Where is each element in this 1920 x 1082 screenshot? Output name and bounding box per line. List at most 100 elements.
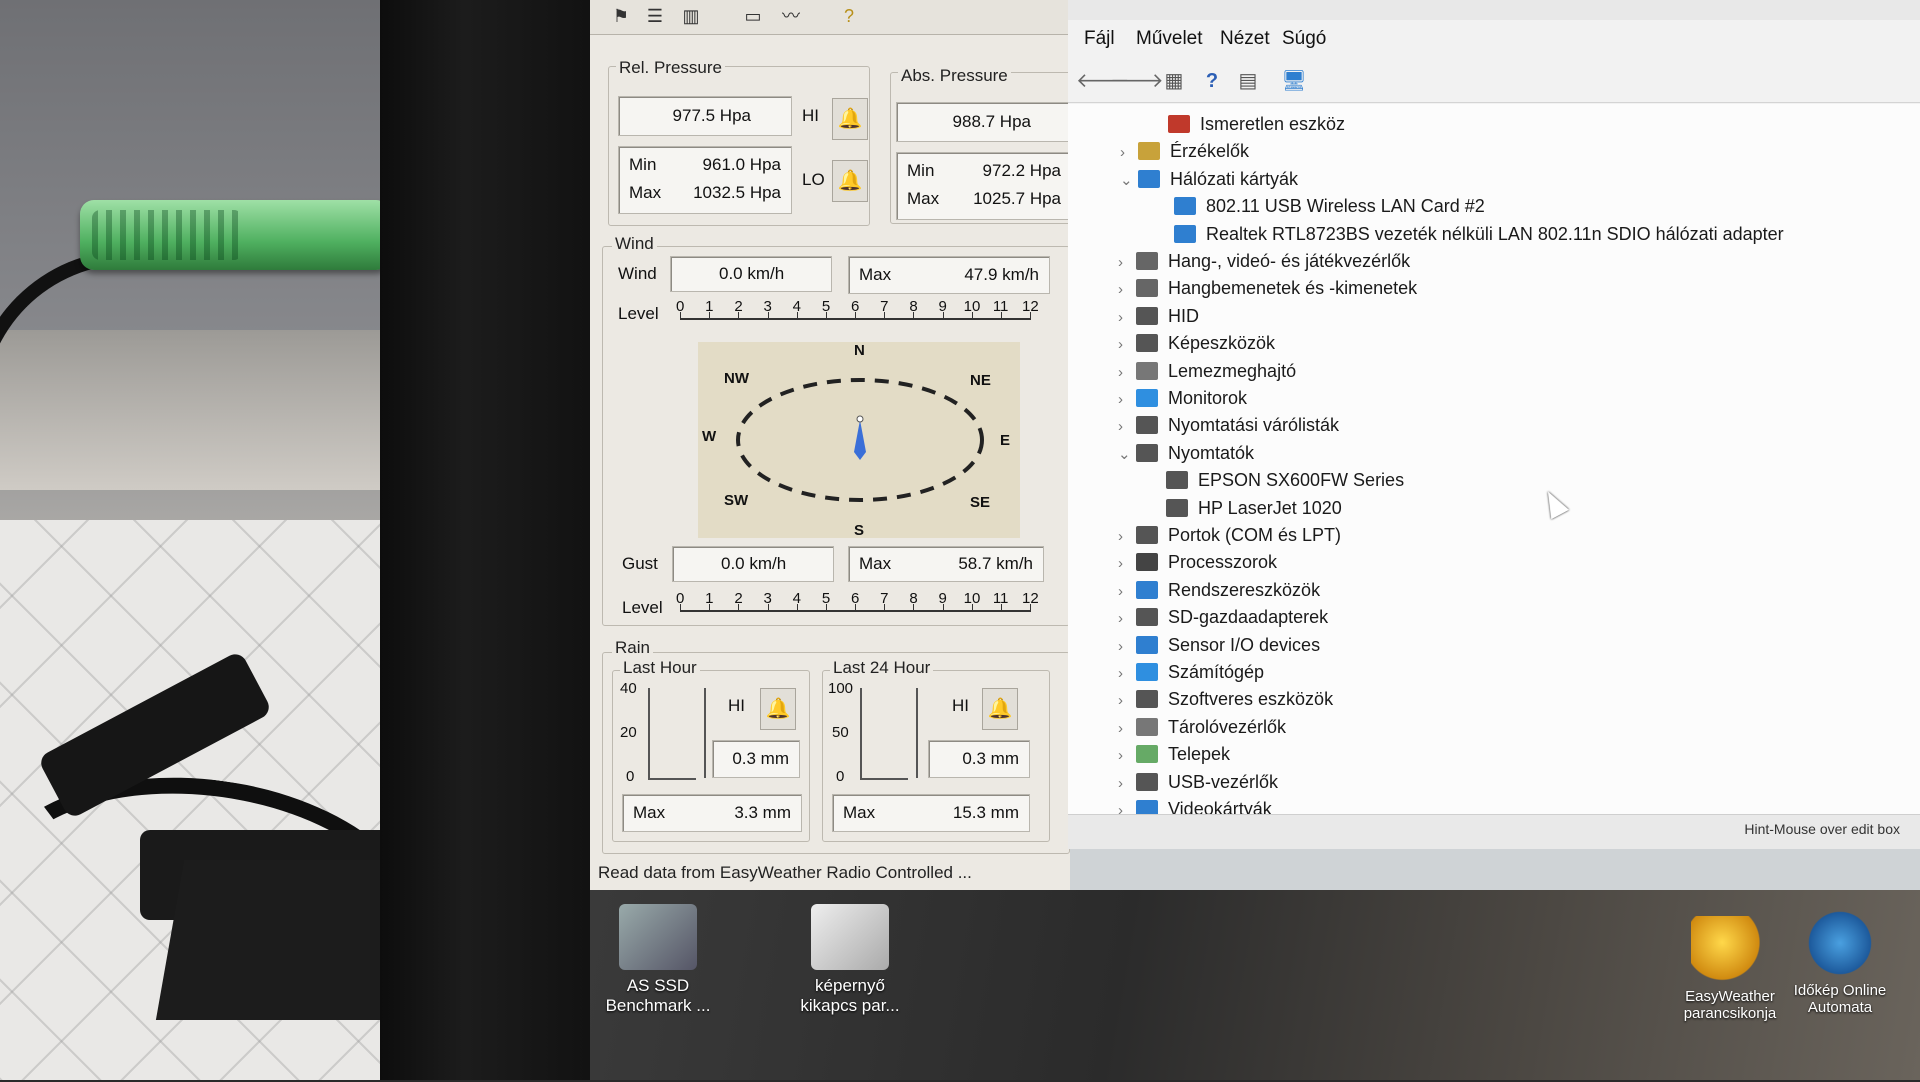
- tree-item[interactable]: Ismeretlen eszköz: [1150, 114, 1345, 140]
- screen-off-shortcut[interactable]: képernyő kikapcs par...: [790, 904, 910, 1016]
- chevron-right-icon[interactable]: ›: [1118, 665, 1136, 682]
- history-icon[interactable]: ▥: [678, 4, 704, 28]
- chevron-down-icon[interactable]: ⌄: [1118, 445, 1136, 463]
- chevron-right-icon[interactable]: ›: [1118, 364, 1136, 381]
- chevron-right-icon[interactable]: ›: [1118, 336, 1136, 353]
- chevron-right-icon[interactable]: ›: [1118, 775, 1136, 792]
- device-category-icon: [1174, 224, 1196, 243]
- chevron-right-icon[interactable]: ›: [1118, 528, 1136, 545]
- chevron-right-icon[interactable]: ›: [1118, 610, 1136, 627]
- tree-item[interactable]: › Hangbemenetek és -kimenetek: [1118, 278, 1417, 304]
- lo-alarm-bell-icon[interactable]: 🔔: [832, 160, 868, 202]
- abs-min-value: 972.2 Hpa: [982, 161, 1061, 180]
- last-24-field[interactable]: 0.3 mm: [928, 740, 1030, 778]
- last-hour-axis-line: [648, 688, 650, 778]
- tree-item[interactable]: › HID: [1118, 306, 1199, 332]
- tree-item[interactable]: › Tárolóvezérlők: [1118, 717, 1286, 743]
- help-icon[interactable]: ?: [836, 4, 862, 28]
- gust-level-label: Level: [622, 598, 663, 617]
- tree-item[interactable]: › Számítógép: [1118, 662, 1264, 688]
- gust-field[interactable]: 0.0 km/h: [672, 546, 834, 582]
- scan-hardware-icon[interactable]: 🖥: [1280, 68, 1308, 94]
- tree-item[interactable]: HP LaserJet 1020: [1148, 498, 1342, 524]
- chevron-right-icon[interactable]: ›: [1120, 144, 1138, 161]
- tree-item[interactable]: › Érzékelők: [1120, 141, 1249, 167]
- chevron-right-icon[interactable]: ›: [1118, 281, 1136, 298]
- easyweather-shortcut[interactable]: EasyWeather parancsikonja: [1670, 916, 1790, 1022]
- memory-icon[interactable]: ▭: [740, 4, 766, 28]
- chevron-down-icon[interactable]: ⌄: [1120, 171, 1138, 189]
- scale-tick: [738, 312, 740, 320]
- device-category-icon: [1136, 279, 1158, 298]
- tree-item[interactable]: › Videokártyák: [1118, 799, 1272, 814]
- tree-item[interactable]: › Képeszközök: [1118, 333, 1275, 359]
- hi-alarm-bell-icon[interactable]: 🔔: [832, 98, 868, 140]
- tree-item[interactable]: › Monitorok: [1118, 388, 1247, 414]
- chevron-right-icon[interactable]: ›: [1118, 418, 1136, 435]
- wind-max-field[interactable]: Max 47.9 km/h: [848, 256, 1050, 294]
- tree-item[interactable]: › Portok (COM és LPT): [1118, 525, 1341, 551]
- last-24-alarm-bell-icon[interactable]: 🔔: [982, 688, 1018, 730]
- back-arrow-icon[interactable]: 🡐: [1076, 68, 1130, 94]
- chevron-right-icon[interactable]: ›: [1118, 583, 1136, 600]
- chevron-right-icon[interactable]: ›: [1118, 747, 1136, 764]
- tree-item[interactable]: › Nyomtatási várólisták: [1118, 415, 1339, 441]
- device-category-icon: [1138, 169, 1160, 188]
- chevron-right-icon[interactable]: ›: [1118, 391, 1136, 408]
- menu-action[interactable]: Művelet: [1136, 28, 1203, 50]
- tree-item-label: Telepek: [1168, 744, 1231, 765]
- menu-view[interactable]: Nézet: [1220, 28, 1270, 50]
- gust-max-label: Max: [859, 554, 892, 573]
- tree-item[interactable]: › Processzorok: [1118, 552, 1277, 578]
- tree-item[interactable]: › Telepek: [1118, 744, 1230, 770]
- tree-item[interactable]: › Szoftveres eszközök: [1118, 689, 1333, 715]
- properties-icon[interactable]: ▦: [1160, 68, 1188, 94]
- tree-item-label: HID: [1168, 305, 1199, 326]
- chevron-right-icon[interactable]: ›: [1118, 555, 1136, 572]
- idokep-shortcut[interactable]: Időkép Online Automata: [1780, 910, 1900, 1016]
- last-hour-field[interactable]: 0.3 mm: [712, 740, 800, 778]
- chevron-right-icon[interactable]: ›: [1118, 802, 1136, 814]
- station-icon[interactable]: ⚑: [608, 4, 634, 28]
- device-category-icon: [1136, 526, 1158, 544]
- forward-arrow-icon[interactable]: 🡒: [1110, 68, 1164, 94]
- device-manager-titlebar[interactable]: [1068, 0, 1920, 20]
- graph-icon[interactable]: 〰: [778, 4, 804, 28]
- wind-max-value: 47.9 km/h: [964, 265, 1039, 284]
- menu-file[interactable]: Fájl: [1084, 28, 1115, 50]
- last-24-hi-label: HI: [952, 696, 969, 715]
- scale-tick: [1000, 312, 1002, 320]
- tree-item[interactable]: 802.11 USB Wireless LAN Card #2: [1156, 196, 1485, 222]
- view-icon[interactable]: ▤: [1234, 68, 1262, 94]
- abs-pressure-field[interactable]: 988.7 Hpa: [896, 102, 1072, 142]
- help-icon[interactable]: ?: [1198, 68, 1226, 94]
- idokep-label-1: Időkép Online: [1793, 982, 1887, 999]
- tree-item[interactable]: ⌄ Hálózati kártyák: [1120, 169, 1298, 195]
- rel-pressure-minmax: Min 961.0 Hpa Max 1032.5 Hpa: [618, 146, 792, 214]
- gust-max-value: 58.7 km/h: [958, 554, 1033, 573]
- chevron-right-icon[interactable]: ›: [1118, 720, 1136, 737]
- chevron-right-icon[interactable]: ›: [1118, 638, 1136, 655]
- tree-item[interactable]: EPSON SX600FW Series: [1148, 470, 1404, 496]
- chevron-right-icon[interactable]: ›: [1118, 254, 1136, 271]
- tree-item[interactable]: › Hang-, videó- és játékvezérlők: [1118, 251, 1410, 277]
- menu-help[interactable]: Súgó: [1282, 28, 1326, 50]
- settings-icon[interactable]: ☰: [642, 4, 668, 28]
- chevron-right-icon[interactable]: ›: [1118, 692, 1136, 709]
- gust-max-field[interactable]: Max 58.7 km/h: [848, 546, 1044, 582]
- tree-item[interactable]: ⌄ Nyomtatók: [1118, 443, 1254, 469]
- rel-pressure-field[interactable]: 977.5 Hpa: [618, 96, 792, 136]
- as-ssd-shortcut[interactable]: AS SSD Benchmark ...: [598, 904, 718, 1016]
- wind-speed-field[interactable]: 0.0 km/h: [670, 256, 832, 292]
- tree-item[interactable]: › Sensor I/O devices: [1118, 635, 1320, 661]
- tree-item[interactable]: › Lemezmeghajtó: [1118, 361, 1296, 387]
- monitor-bezel: [380, 0, 590, 1080]
- chevron-right-icon[interactable]: ›: [1118, 309, 1136, 326]
- tree-item-label: Érzékelők: [1170, 141, 1250, 162]
- tree-item[interactable]: Realtek RTL8723BS vezeték nélküli LAN 80…: [1156, 224, 1784, 250]
- tree-item[interactable]: › USB-vezérlők: [1118, 772, 1278, 798]
- gust-value: 0.0 km/h: [721, 554, 787, 573]
- tree-item[interactable]: › SD-gazdaadapterek: [1118, 607, 1328, 633]
- last-hour-alarm-bell-icon[interactable]: 🔔: [760, 688, 796, 730]
- tree-item[interactable]: › Rendszereszközök: [1118, 580, 1320, 606]
